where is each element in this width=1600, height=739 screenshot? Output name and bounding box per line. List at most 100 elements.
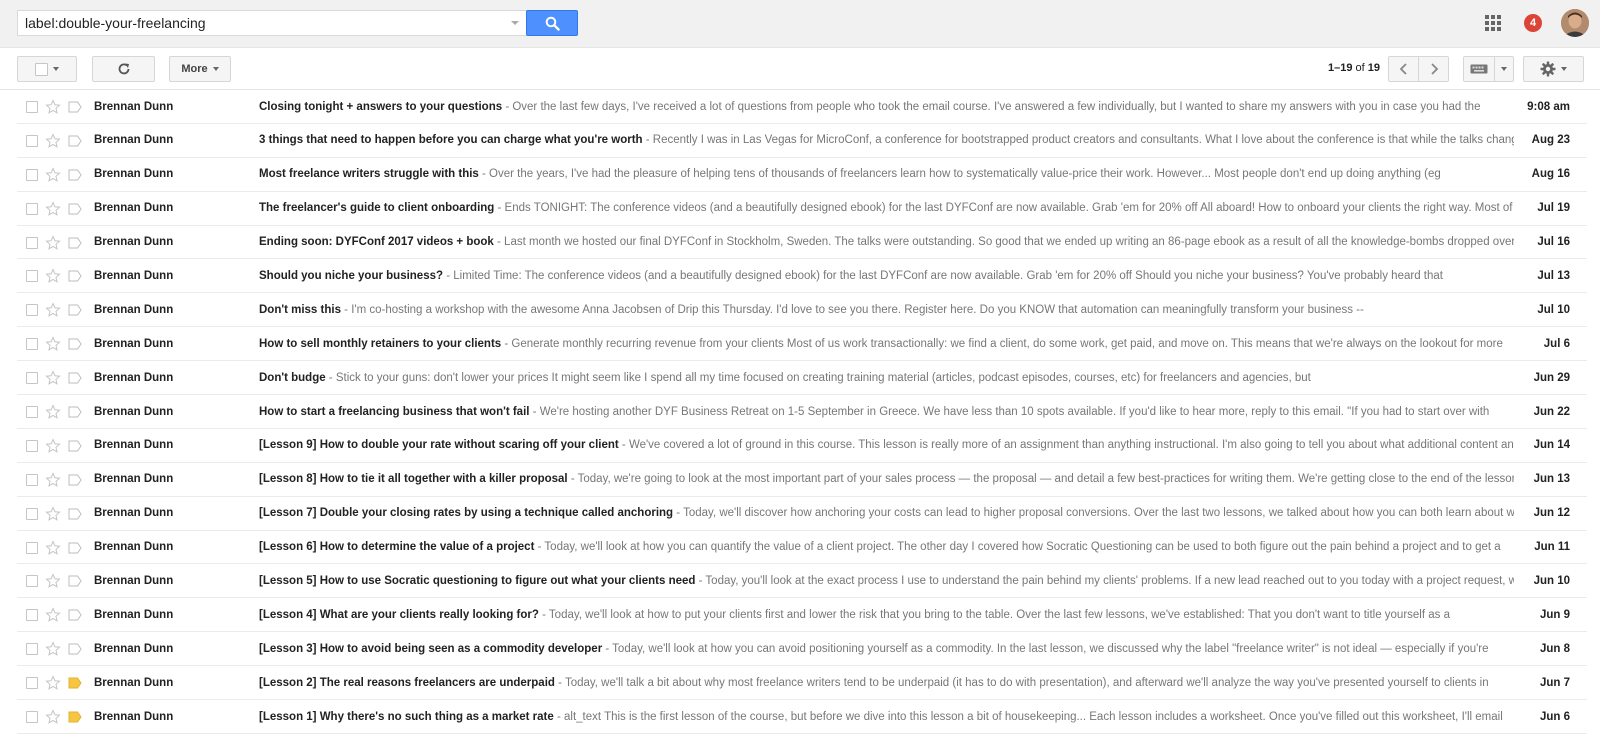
star-icon[interactable] bbox=[45, 404, 61, 420]
row-checkbox[interactable] bbox=[26, 439, 38, 452]
star-icon[interactable] bbox=[45, 336, 61, 352]
table-row[interactable]: Brennan Dunn How to sell monthly retainer… bbox=[17, 327, 1587, 362]
importance-marker-icon[interactable] bbox=[68, 711, 82, 723]
table-row[interactable]: Brennan Dunn [Lesson 3] How to avoid bein… bbox=[17, 632, 1587, 667]
table-row[interactable]: Brennan Dunn [Lesson 2] The real reasons … bbox=[17, 666, 1587, 701]
row-checkbox[interactable] bbox=[26, 473, 38, 486]
table-row[interactable]: Brennan Dunn Don't miss this - I'm co-hos… bbox=[17, 293, 1587, 328]
importance-marker-icon[interactable] bbox=[68, 406, 82, 418]
row-checkbox[interactable] bbox=[26, 541, 38, 554]
newer-button[interactable] bbox=[1388, 56, 1419, 82]
email-sender: Brennan Dunn bbox=[94, 202, 174, 215]
select-all-checkbox[interactable] bbox=[35, 62, 48, 76]
star-icon[interactable] bbox=[45, 573, 61, 589]
star-icon[interactable] bbox=[45, 709, 61, 725]
row-checkbox[interactable] bbox=[26, 134, 38, 147]
row-checkbox[interactable] bbox=[26, 270, 38, 283]
star-icon[interactable] bbox=[45, 505, 61, 522]
star-icon[interactable] bbox=[45, 438, 61, 454]
table-row[interactable]: Brennan Dunn [Lesson 1] Why there's no su… bbox=[17, 700, 1587, 734]
row-checkbox[interactable] bbox=[26, 677, 38, 690]
email-subject: How to sell monthly retainers to your cl… bbox=[259, 337, 502, 350]
notification-badge[interactable]: 4 bbox=[1524, 14, 1542, 32]
star-icon[interactable] bbox=[45, 370, 61, 386]
table-row[interactable]: Brennan Dunn [Lesson 9] How to double you… bbox=[17, 429, 1587, 463]
star-icon[interactable] bbox=[45, 539, 61, 556]
search-button[interactable] bbox=[526, 10, 578, 36]
email-sender: Brennan Dunn bbox=[94, 574, 174, 587]
more-button[interactable]: More bbox=[169, 56, 231, 82]
importance-marker-icon[interactable] bbox=[68, 508, 82, 520]
table-row[interactable]: Brennan Dunn [Lesson 5] How to use Socrat… bbox=[17, 564, 1587, 599]
importance-marker-icon[interactable] bbox=[68, 338, 82, 350]
importance-marker-icon[interactable] bbox=[68, 101, 82, 113]
row-checkbox[interactable] bbox=[26, 609, 38, 622]
row-checkbox[interactable] bbox=[26, 575, 38, 588]
importance-marker-icon[interactable] bbox=[68, 372, 82, 384]
row-checkbox[interactable] bbox=[26, 304, 38, 317]
table-row[interactable]: Brennan Dunn [Lesson 8] How to tie it all… bbox=[17, 463, 1587, 497]
importance-marker-icon[interactable] bbox=[68, 169, 82, 181]
row-checkbox[interactable] bbox=[26, 168, 38, 181]
table-row[interactable]: Brennan Dunn Don't budge - Stick to your … bbox=[17, 361, 1587, 396]
older-button[interactable] bbox=[1418, 56, 1449, 82]
importance-marker-icon[interactable] bbox=[68, 203, 82, 215]
email-sender: Brennan Dunn bbox=[94, 608, 174, 621]
apps-grid-icon[interactable] bbox=[1485, 15, 1501, 31]
email-snippet: - Today, we'll talk a bit about why most… bbox=[554, 676, 1489, 689]
star-icon[interactable] bbox=[45, 302, 61, 318]
input-tools-dropdown[interactable] bbox=[1494, 56, 1514, 82]
star-icon[interactable] bbox=[45, 234, 61, 251]
row-checkbox[interactable] bbox=[26, 507, 38, 520]
importance-marker-icon[interactable] bbox=[68, 440, 82, 452]
row-checkbox[interactable] bbox=[26, 406, 38, 419]
table-row[interactable]: Brennan Dunn Ending soon: DYFConf 2017 vi… bbox=[17, 226, 1587, 260]
page-count: 1–19 of 19 bbox=[1328, 62, 1380, 74]
table-row[interactable]: Brennan Dunn The freelancer's guide to cl… bbox=[17, 192, 1587, 226]
star-icon[interactable] bbox=[45, 472, 61, 488]
search-options-chevron-icon[interactable] bbox=[511, 21, 519, 25]
importance-marker-icon[interactable] bbox=[68, 643, 82, 655]
table-row[interactable]: Brennan Dunn 3 things that need to happen… bbox=[17, 124, 1587, 158]
importance-marker-icon[interactable] bbox=[68, 135, 82, 147]
table-row[interactable]: Brennan Dunn [Lesson 4] What are your cli… bbox=[17, 598, 1587, 633]
row-checkbox[interactable] bbox=[26, 236, 38, 249]
row-checkbox[interactable] bbox=[26, 643, 38, 656]
chevron-down-icon bbox=[212, 67, 219, 71]
table-row[interactable]: Brennan Dunn [Lesson 7] Double your closi… bbox=[17, 497, 1587, 531]
row-checkbox[interactable] bbox=[26, 372, 38, 385]
star-icon[interactable] bbox=[45, 99, 61, 115]
table-row[interactable]: Brennan Dunn Closing tonight + answers to… bbox=[17, 90, 1587, 124]
search-box[interactable] bbox=[17, 10, 527, 36]
importance-marker-icon[interactable] bbox=[68, 575, 82, 587]
importance-marker-icon[interactable] bbox=[68, 304, 82, 316]
row-checkbox[interactable] bbox=[26, 101, 38, 113]
star-icon[interactable] bbox=[45, 167, 61, 183]
importance-marker-icon[interactable] bbox=[68, 474, 82, 486]
importance-marker-icon[interactable] bbox=[68, 677, 82, 689]
search-input[interactable] bbox=[18, 11, 498, 35]
star-icon[interactable] bbox=[45, 133, 61, 149]
importance-marker-icon[interactable] bbox=[68, 270, 82, 282]
importance-marker-icon[interactable] bbox=[68, 237, 82, 249]
row-checkbox[interactable] bbox=[26, 711, 38, 724]
star-icon[interactable] bbox=[45, 675, 61, 691]
row-checkbox[interactable] bbox=[26, 202, 38, 215]
star-icon[interactable] bbox=[45, 268, 61, 284]
star-icon[interactable] bbox=[45, 641, 61, 657]
table-row[interactable]: Brennan Dunn [Lesson 6] How to determine … bbox=[17, 531, 1587, 565]
importance-marker-icon[interactable] bbox=[68, 542, 82, 554]
select-all-button[interactable] bbox=[17, 56, 77, 82]
input-tools-button[interactable] bbox=[1463, 56, 1495, 82]
table-row[interactable]: Brennan Dunn How to start a freelancing b… bbox=[17, 395, 1587, 429]
table-row[interactable]: Brennan Dunn Most freelance writers strug… bbox=[17, 158, 1587, 192]
refresh-button[interactable] bbox=[92, 56, 155, 82]
star-icon[interactable] bbox=[45, 200, 61, 217]
email-subject: [Lesson 8] How to tie it all together wi… bbox=[259, 473, 568, 486]
row-checkbox[interactable] bbox=[26, 338, 38, 351]
avatar[interactable] bbox=[1561, 9, 1589, 37]
importance-marker-icon[interactable] bbox=[68, 609, 82, 621]
settings-button[interactable] bbox=[1523, 56, 1584, 82]
table-row[interactable]: Brennan Dunn Should you niche your busine… bbox=[17, 259, 1587, 294]
star-icon[interactable] bbox=[45, 607, 61, 623]
